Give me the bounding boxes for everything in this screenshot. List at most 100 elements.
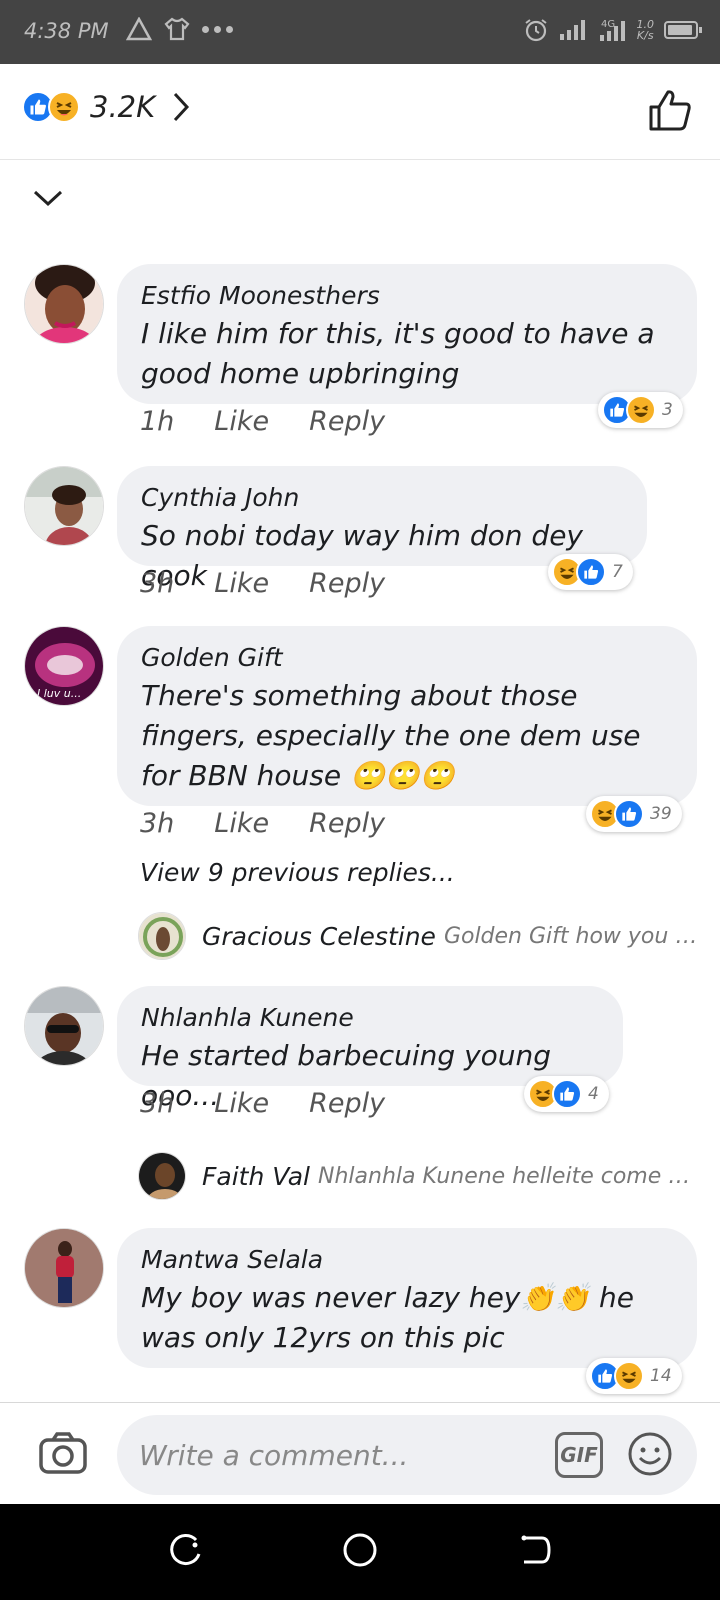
comment-bubble[interactable]: Estfio Moonesthers I like him for this, …	[117, 264, 697, 404]
comment-reactions[interactable]: 14	[586, 1358, 682, 1394]
signal-4g-icon: 4G	[599, 19, 625, 41]
reaction-total: 3.2K	[90, 90, 156, 124]
avatar[interactable]	[24, 1228, 104, 1308]
avatar	[138, 912, 186, 960]
avatar	[138, 1152, 186, 1200]
like-post-button[interactable]	[648, 88, 692, 136]
comment-bubble[interactable]: Cynthia John So nobi today way him don d…	[117, 466, 647, 592]
avatar[interactable]	[24, 986, 104, 1066]
comment-item: I luv u... Golden Gift There's something…	[0, 626, 720, 986]
comment-input[interactable]	[139, 1433, 519, 1477]
comment-text: There's something about those fingers, e…	[141, 679, 641, 792]
avatar-caption: I luv u...	[37, 687, 81, 700]
like-comment-button[interactable]: Like	[214, 1088, 269, 1119]
comment-reactions[interactable]: 4	[524, 1076, 609, 1112]
reaction-summary[interactable]: 3.2K	[22, 90, 191, 124]
camera-icon	[39, 1432, 87, 1474]
comment-author[interactable]: Golden Gift	[141, 640, 673, 676]
alarm-icon	[524, 19, 547, 42]
warning-icon	[126, 17, 152, 41]
reply-author[interactable]: Gracious Celestine	[202, 922, 436, 951]
comment-author[interactable]: Cynthia John	[141, 480, 623, 516]
reply-author[interactable]: Faith Val	[202, 1162, 310, 1191]
svg-text:4G: 4G	[601, 19, 615, 30]
reply-preview[interactable]: Faith Val Nhlanhla Kunene helleite come …	[138, 1152, 698, 1200]
reply-comment-button[interactable]: Reply	[309, 406, 385, 437]
reaction-count: 14	[650, 1366, 672, 1386]
smiley-icon	[628, 1432, 672, 1476]
reaction-count: 39	[650, 804, 672, 824]
haha-icon	[48, 91, 80, 123]
comment-input-wrap: GIF	[117, 1415, 697, 1495]
comment-author[interactable]: Mantwa Selala	[141, 1242, 673, 1278]
comment-item: Mantwa Selala My boy was never lazy hey👏…	[0, 1228, 720, 1404]
reaction-count: 7	[612, 562, 623, 582]
comment-actions: 3h Like Reply	[140, 1088, 385, 1119]
comment-actions: 3h Like Reply	[140, 568, 385, 599]
battery-icon	[664, 21, 702, 39]
reply-preview[interactable]: Gracious Celestine Golden Gift how you w…	[138, 912, 698, 960]
comment-author[interactable]: Estfio Moonesthers	[141, 278, 673, 314]
reaction-count: 3	[662, 400, 673, 420]
comment-reactions[interactable]: 39	[586, 796, 682, 832]
home-circle-icon	[343, 1533, 377, 1567]
recent-apps-button[interactable]	[168, 1532, 204, 1572]
status-time: 4:38 PM	[24, 19, 109, 43]
net-speed: 1.0 K/s	[636, 18, 655, 42]
reply-comment-button[interactable]: Reply	[309, 808, 385, 839]
home-button[interactable]	[342, 1532, 378, 1572]
shirt-icon	[164, 17, 190, 41]
comment-text: My boy was never lazy hey👏👏 he was only …	[141, 1281, 634, 1354]
haha-icon	[626, 395, 656, 425]
comment-actions: 3h Like Reply	[140, 808, 385, 839]
comment-time: 3h	[140, 808, 175, 839]
like-comment-button[interactable]: Like	[214, 808, 269, 839]
comment-time: 3h	[140, 568, 175, 599]
reaction-count: 4	[588, 1084, 599, 1104]
app-screen: 4:38 PM 4G 1.0 K/s 3.2K Estfio Moonesthe…	[0, 0, 720, 1600]
recent-apps-icon	[170, 1534, 201, 1565]
like-comment-button[interactable]: Like	[214, 568, 269, 599]
comment-author[interactable]: Nhlanhla Kunene	[141, 1000, 599, 1036]
thumbs-up-outline-icon	[649, 90, 691, 131]
comment-reactions[interactable]: 7	[548, 554, 633, 590]
reply-snippet: Golden Gift how you wi...	[443, 923, 698, 949]
comment-bubble[interactable]: Mantwa Selala My boy was never lazy hey👏…	[117, 1228, 697, 1368]
like-icon	[552, 1079, 582, 1109]
back-button[interactable]	[516, 1532, 552, 1572]
chevron-down-icon	[33, 190, 63, 207]
chevron-right-icon	[174, 92, 190, 122]
comment-time: 1h	[140, 406, 175, 437]
collapse-button[interactable]	[32, 188, 64, 212]
more-notifications-icon	[202, 25, 233, 33]
comment-actions: 1h Like Reply	[140, 406, 385, 437]
comment-item: Cynthia John So nobi today way him don d…	[0, 466, 720, 626]
gif-button[interactable]: GIF	[555, 1432, 603, 1478]
status-system-icons: 4G 1.0 K/s	[523, 17, 702, 43]
comment-reactions[interactable]: 3	[598, 392, 683, 428]
comment-bubble[interactable]: Golden Gift There's something about thos…	[117, 626, 697, 806]
emoji-button[interactable]	[627, 1431, 673, 1481]
signal-icon	[559, 20, 585, 40]
back-icon	[521, 1535, 551, 1564]
camera-button[interactable]	[38, 1431, 88, 1479]
system-nav-bar	[0, 1504, 720, 1600]
avatar[interactable]	[24, 466, 104, 546]
haha-icon	[614, 1361, 644, 1391]
reply-comment-button[interactable]: Reply	[309, 1088, 385, 1119]
comment-bubble[interactable]: Nhlanhla Kunene He started barbecuing yo…	[117, 986, 623, 1112]
comment-time: 3h	[140, 1088, 175, 1119]
status-bar: 4:38 PM 4G 1.0 K/s	[0, 0, 720, 64]
like-comment-button[interactable]: Like	[214, 406, 269, 437]
comment-text: I like him for this, it's good to have a…	[141, 317, 655, 390]
avatar[interactable]	[24, 264, 104, 344]
comments-sheet: 3.2K Estfio Moonesthers I like him for t…	[0, 64, 720, 1504]
avatar[interactable]: I luv u...	[24, 626, 104, 706]
status-notification-icons	[126, 17, 233, 41]
like-icon	[576, 557, 606, 587]
comment-item: Nhlanhla Kunene He started barbecuing yo…	[0, 986, 720, 1226]
view-previous-replies-link[interactable]: View 9 previous replies...	[140, 858, 455, 887]
comment-item: Estfio Moonesthers I like him for this, …	[0, 264, 720, 464]
sheet-header: 3.2K	[0, 64, 720, 160]
reply-comment-button[interactable]: Reply	[309, 568, 385, 599]
